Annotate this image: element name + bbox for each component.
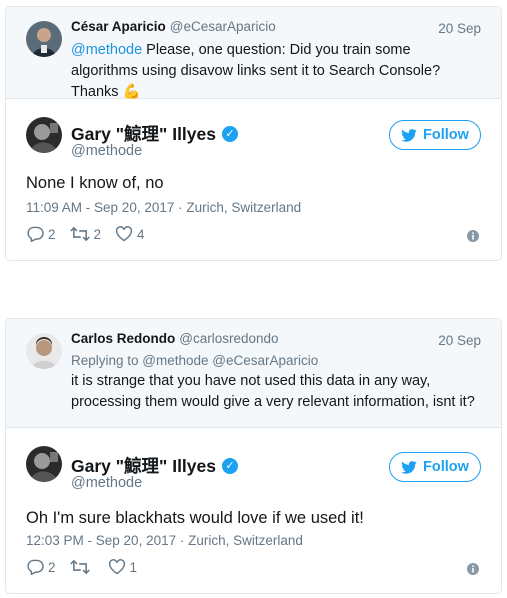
- retweet-count: 2: [93, 226, 102, 242]
- author-handle[interactable]: @methode: [71, 143, 142, 159]
- avatar[interactable]: [26, 117, 62, 153]
- tweet-embed-1: César Aparicio @eCesarAparicio 20 Sep @me…: [5, 6, 502, 261]
- author-handle[interactable]: @methode: [71, 475, 142, 491]
- like-button[interactable]: 4: [115, 226, 145, 242]
- reply-icon: [27, 559, 44, 575]
- retweet-button[interactable]: [69, 559, 94, 575]
- quoted-author-name[interactable]: Carlos Redondo: [71, 331, 175, 346]
- tweet-text: Oh I'm sure blackhats would love if we u…: [26, 509, 364, 527]
- twitter-bird-icon: [401, 128, 417, 142]
- reply-count: 2: [48, 226, 56, 242]
- retweet-button[interactable]: 2: [69, 226, 102, 242]
- tweet-embed-2: Carlos Redondo @carlosredondo 20 Sep Repl…: [5, 318, 502, 594]
- follow-button[interactable]: Follow: [389, 120, 481, 150]
- quoted-text: it is strange that you have not used thi…: [71, 373, 475, 410]
- quoted-date[interactable]: 20 Sep: [438, 333, 481, 348]
- avatar[interactable]: [26, 446, 62, 482]
- reply-count: 2: [48, 559, 56, 575]
- follow-label: Follow: [423, 127, 469, 143]
- verified-badge-icon: ✓: [222, 457, 238, 474]
- info-icon[interactable]: [467, 229, 479, 247]
- tweet-text: None I know of, no: [26, 174, 164, 192]
- like-button[interactable]: 1: [108, 559, 138, 575]
- quoted-author-handle[interactable]: @eCesarAparicio: [170, 19, 276, 34]
- quoted-author-name[interactable]: César Aparicio: [71, 19, 166, 34]
- avatar[interactable]: [26, 21, 62, 57]
- reply-button[interactable]: 2: [26, 559, 56, 575]
- tweet-timestamp[interactable]: 11:09 AM - Sep 20, 2017 · Zurich, Switze…: [26, 200, 301, 215]
- quoted-date[interactable]: 20 Sep: [438, 21, 481, 36]
- follow-button[interactable]: Follow: [389, 452, 481, 482]
- verified-badge-icon: ✓: [222, 125, 238, 142]
- info-icon[interactable]: [467, 562, 479, 580]
- quoted-tweet[interactable]: César Aparicio @eCesarAparicio 20 Sep @me…: [6, 7, 501, 100]
- tweet-timestamp[interactable]: 12:03 PM - Sep 20, 2017 · Zurich, Switze…: [26, 533, 303, 548]
- heart-icon: [108, 559, 125, 575]
- retweet-icon: [69, 559, 90, 575]
- like-count: 4: [137, 226, 145, 242]
- reply-button[interactable]: 2: [26, 226, 56, 242]
- tweet-actions: 2 2 4: [26, 226, 159, 242]
- like-count: 1: [129, 559, 138, 575]
- quoted-author[interactable]: Carlos Redondo @carlosredondo: [71, 331, 279, 346]
- heart-icon: [115, 226, 133, 242]
- twitter-bird-icon: [401, 460, 417, 474]
- retweet-icon: [69, 226, 90, 242]
- follow-label: Follow: [423, 459, 469, 475]
- avatar[interactable]: [26, 333, 62, 369]
- mention-link[interactable]: @methode: [71, 42, 142, 58]
- quoted-text: @methode Please, one question: Did you t…: [71, 40, 481, 103]
- quoted-author[interactable]: César Aparicio @eCesarAparicio: [71, 19, 276, 34]
- quoted-author-handle[interactable]: @carlosredondo: [179, 331, 278, 346]
- reply-icon: [27, 226, 44, 242]
- quoted-tweet[interactable]: Carlos Redondo @carlosredondo 20 Sep Repl…: [6, 319, 501, 428]
- tweet-actions: 2 1: [26, 559, 151, 575]
- replying-to[interactable]: Replying to @methode @eCesarAparicio: [71, 353, 318, 368]
